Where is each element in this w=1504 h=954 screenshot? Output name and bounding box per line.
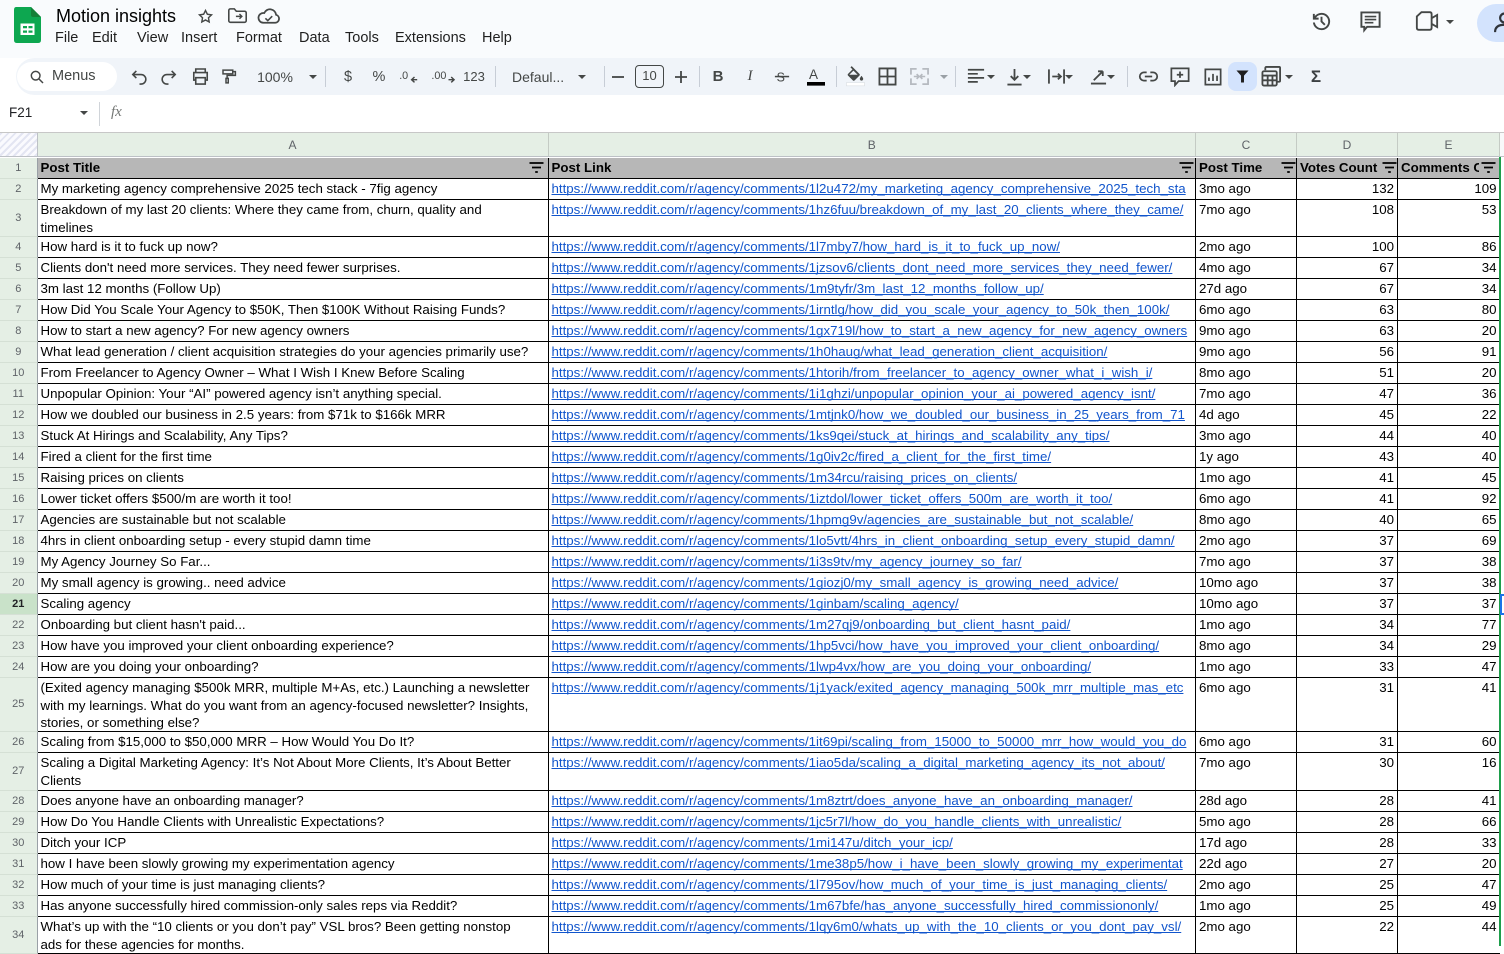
svg-text:.00: .00 [431,69,446,81]
svg-text:S: S [777,70,785,84]
svg-text:A: A [809,67,818,82]
svg-text:.0: .0 [399,69,408,81]
